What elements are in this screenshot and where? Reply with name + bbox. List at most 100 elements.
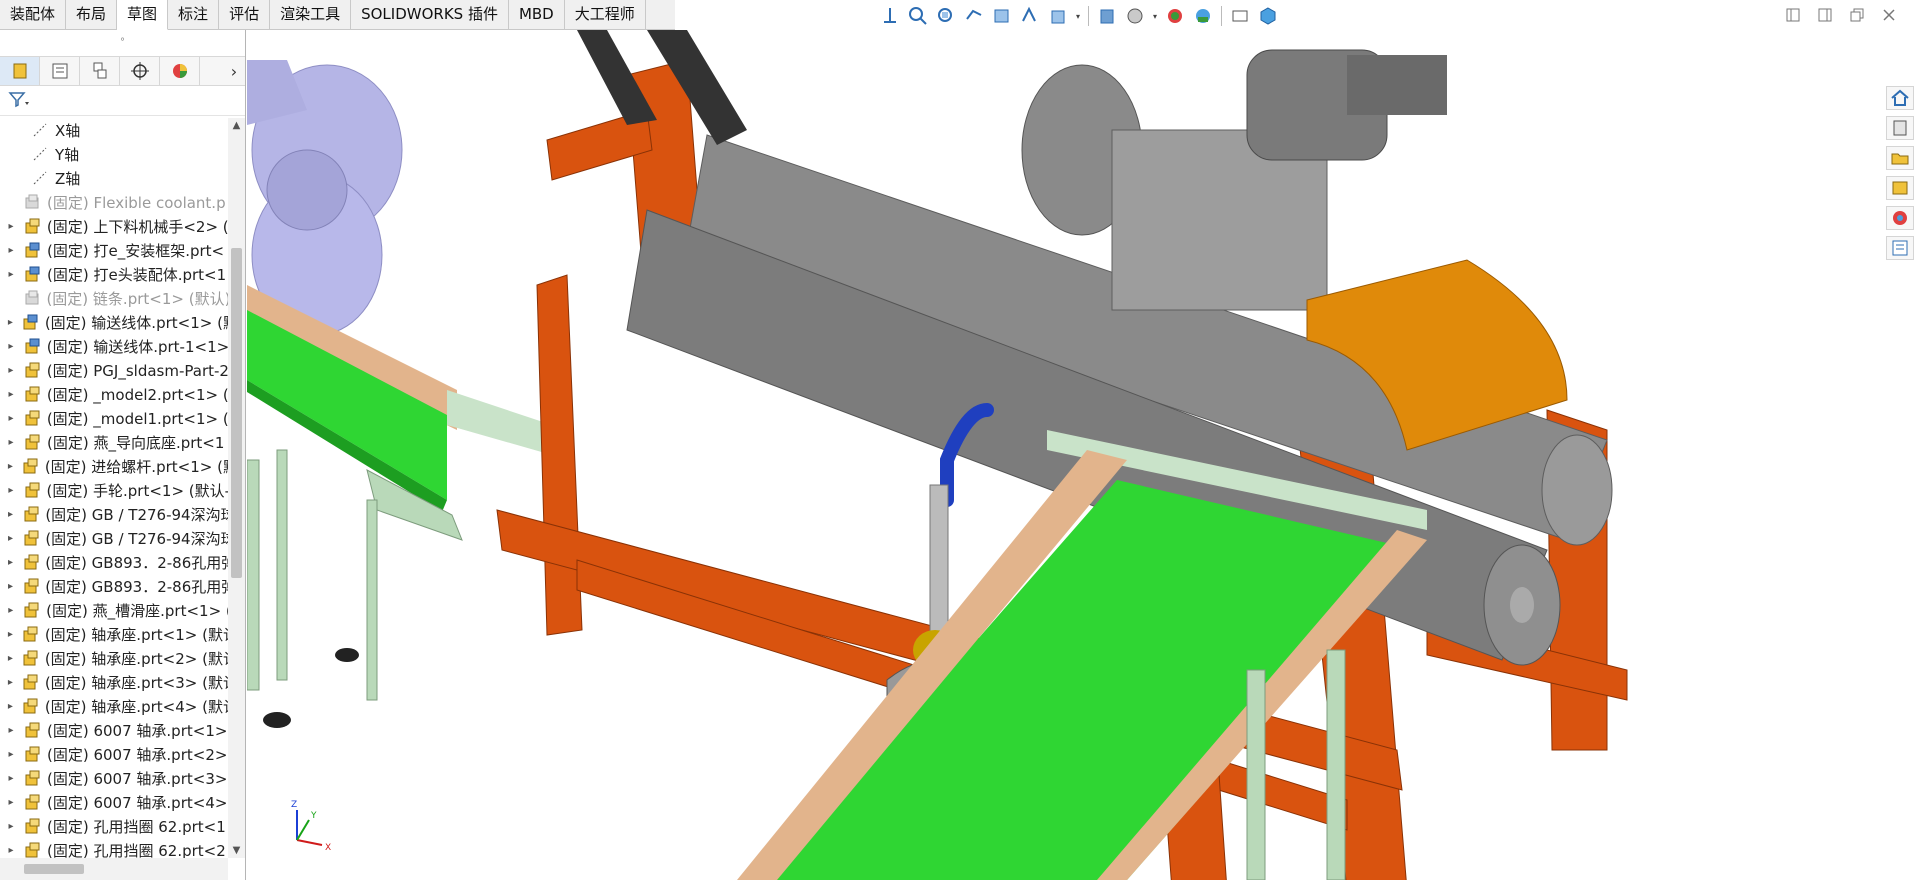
tree-horizontal-scrollbar[interactable] bbox=[0, 858, 228, 880]
tree-item[interactable]: ▸ (固定) 手轮.prt<1> (默认- bbox=[0, 478, 228, 502]
scroll-down-icon[interactable]: ▼ bbox=[228, 845, 245, 856]
chevron-down-icon[interactable]: ▾ bbox=[1074, 12, 1082, 21]
tree-item[interactable]: ▸ (固定) GB893．2-86孔用弹 bbox=[0, 550, 228, 574]
tree-item[interactable]: ▸ (固定) 轴承座.prt<4> (默认 bbox=[0, 694, 228, 718]
tab-4[interactable]: 评估 bbox=[219, 0, 271, 30]
display-manager-icon[interactable] bbox=[160, 57, 200, 85]
tree-item[interactable]: ▸ (固定) 轴承座.prt<1> (默认 bbox=[0, 622, 228, 646]
tree-item[interactable]: ▸ (固定) 进给螺杆.prt<1> (默 bbox=[0, 454, 228, 478]
view-palette-icon[interactable] bbox=[1886, 176, 1914, 200]
tree-item[interactable]: ▸ (固定) 6007 轴承.prt<1> bbox=[0, 718, 228, 742]
chevron-down-icon[interactable]: ▾ bbox=[1151, 12, 1159, 21]
previous-view-icon[interactable] bbox=[962, 4, 986, 28]
expand-arrow-icon[interactable]: ▸ bbox=[0, 605, 22, 616]
scroll-thumb[interactable] bbox=[231, 248, 242, 578]
tree-item[interactable]: Z轴 bbox=[0, 166, 228, 190]
expand-arrow-icon[interactable]: ▸ bbox=[0, 269, 22, 280]
tab-0[interactable]: 装配体 bbox=[0, 0, 67, 30]
robot-arm[interactable] bbox=[247, 60, 403, 336]
conveyor-left[interactable] bbox=[246, 285, 552, 728]
tree-item[interactable]: ▸ (固定) 6007 轴承.prt<4> bbox=[0, 790, 228, 814]
view-cube-icon[interactable] bbox=[1046, 4, 1070, 28]
tree-item[interactable]: ▸ (固定) GB / T276-94深沟球 bbox=[0, 502, 228, 526]
tree-item[interactable]: ▸ (固定) 轴承座.prt<2> (默认 bbox=[0, 646, 228, 670]
scroll-up-icon[interactable]: ▲ bbox=[228, 120, 245, 131]
tree-item[interactable]: ▸ (固定) 燕_槽滑座.prt<1> ( bbox=[0, 598, 228, 622]
tree-item[interactable]: ▸ (固定) 孔用挡圈 62.prt<1 bbox=[0, 814, 228, 838]
expand-arrow-icon[interactable]: ▸ bbox=[0, 437, 22, 448]
display-3d-icon[interactable] bbox=[1256, 4, 1280, 28]
expand-arrow-icon[interactable]: ▸ bbox=[0, 221, 22, 232]
tree-item[interactable]: (固定) Flexible coolant.p bbox=[0, 190, 228, 214]
edit-appearance-icon[interactable] bbox=[1163, 4, 1187, 28]
zoom-to-fit-icon[interactable] bbox=[906, 4, 930, 28]
configuration-manager-icon[interactable] bbox=[80, 57, 120, 85]
expand-arrow-icon[interactable]: ▸ bbox=[0, 797, 22, 808]
tree-item[interactable]: ▸ (固定) 燕_导向底座.prt<1 bbox=[0, 430, 228, 454]
tree-item[interactable]: (固定) 链条.prt<1> (默认) bbox=[0, 286, 228, 310]
expand-arrow-icon[interactable]: ▸ bbox=[0, 557, 21, 568]
section-view-icon[interactable] bbox=[990, 4, 1014, 28]
view-settings-icon[interactable] bbox=[1228, 4, 1252, 28]
tree-item[interactable]: Y轴 bbox=[0, 142, 228, 166]
zoom-area-icon[interactable] bbox=[934, 4, 958, 28]
expand-arrow-icon[interactable]: ▸ bbox=[0, 725, 22, 736]
scene-icon[interactable] bbox=[1191, 4, 1215, 28]
feature-manager-icon[interactable] bbox=[0, 57, 40, 85]
tree-item[interactable]: ▸ (固定) 输送线体.prt-1<1> bbox=[0, 334, 228, 358]
collapse-right-icon[interactable] bbox=[1816, 6, 1834, 24]
tree-item[interactable]: ▸ (固定) 孔用挡圈 62.prt<2 bbox=[0, 838, 228, 859]
tab-6[interactable]: SOLIDWORKS 插件 bbox=[351, 0, 509, 30]
close-icon[interactable] bbox=[1880, 6, 1898, 24]
tab-3[interactable]: 标注 bbox=[168, 0, 220, 30]
custom-properties-icon[interactable] bbox=[1886, 236, 1914, 260]
expand-arrow-icon[interactable]: ▸ bbox=[0, 653, 21, 664]
tree-item[interactable]: ▸ (固定) 输送线体.prt<1> (默 bbox=[0, 310, 228, 334]
expand-arrow-icon[interactable]: ▸ bbox=[0, 341, 22, 352]
graphics-area[interactable]: Z Y X bbox=[246, 30, 1884, 880]
tab-1[interactable]: 布局 bbox=[66, 0, 118, 30]
file-explorer-icon[interactable] bbox=[1886, 146, 1914, 170]
hscroll-thumb[interactable] bbox=[24, 864, 84, 874]
tree-item[interactable]: X轴 bbox=[0, 118, 228, 142]
expand-arrow-icon[interactable]: ▸ bbox=[0, 317, 21, 328]
tree-item[interactable]: ▸ (固定) 6007 轴承.prt<2> bbox=[0, 742, 228, 766]
view-orientation-icon[interactable] bbox=[878, 4, 902, 28]
tree-item[interactable]: ▸ (固定) 打e_安装框架.prt< bbox=[0, 238, 228, 262]
tree-item[interactable]: ▸ (固定) _model1.prt<1> ( bbox=[0, 406, 228, 430]
collapse-left-icon[interactable] bbox=[1784, 6, 1802, 24]
tree-item[interactable]: ▸ (固定) _model2.prt<1> ( bbox=[0, 382, 228, 406]
expand-arrow-icon[interactable]: ▸ bbox=[0, 701, 21, 712]
filter-icon[interactable] bbox=[8, 90, 30, 112]
home-icon[interactable] bbox=[1886, 86, 1914, 110]
expand-arrow-icon[interactable]: ▸ bbox=[0, 245, 22, 256]
dimxpert-icon[interactable] bbox=[120, 57, 160, 85]
dynamic-annotation-icon[interactable] bbox=[1018, 4, 1042, 28]
tab-8[interactable]: 大工程师 bbox=[565, 0, 646, 30]
tab-7[interactable]: MBD bbox=[509, 0, 565, 30]
expand-arrow-icon[interactable]: ▸ bbox=[0, 845, 22, 856]
expand-arrow-icon[interactable]: ▸ bbox=[0, 749, 22, 760]
display-style-icon[interactable] bbox=[1095, 4, 1119, 28]
expand-arrow-icon[interactable]: ▸ bbox=[0, 413, 22, 424]
expand-arrow-icon[interactable]: ▸ bbox=[0, 509, 21, 520]
tab-2[interactable]: 草图 bbox=[117, 0, 169, 30]
tree-item[interactable]: ▸ (固定) 上下料机械手<2> ( bbox=[0, 214, 228, 238]
tree-item[interactable]: ▸ (固定) GB / T276-94深沟球 bbox=[0, 526, 228, 550]
appearances-icon[interactable] bbox=[1886, 206, 1914, 230]
expand-arrow-icon[interactable]: ▸ bbox=[0, 461, 21, 472]
expand-arrow-icon[interactable]: ▸ bbox=[0, 485, 22, 496]
tree-item[interactable]: ▸ (固定) 6007 轴承.prt<3> bbox=[0, 766, 228, 790]
expand-arrow-icon[interactable]: ▸ bbox=[0, 581, 21, 592]
tree-item[interactable]: ▸ (固定) PGJ_sldasm-Part-2 bbox=[0, 358, 228, 382]
tree-vertical-scrollbar[interactable]: ▲ ▼ bbox=[228, 118, 245, 858]
expand-arrow-icon[interactable]: ▸ bbox=[0, 365, 22, 376]
expand-arrow-icon[interactable]: ▸ bbox=[0, 533, 21, 544]
expand-arrow-icon[interactable]: ▸ bbox=[0, 389, 22, 400]
design-library-icon[interactable] bbox=[1886, 116, 1914, 140]
tree-item[interactable]: ▸ (固定) 轴承座.prt<3> (默认 bbox=[0, 670, 228, 694]
property-manager-icon[interactable] bbox=[40, 57, 80, 85]
panel-grip[interactable]: ° bbox=[0, 30, 245, 56]
tree-item[interactable]: ▸ (固定) GB893．2-86孔用弹 bbox=[0, 574, 228, 598]
tab-5[interactable]: 渲染工具 bbox=[270, 0, 352, 30]
